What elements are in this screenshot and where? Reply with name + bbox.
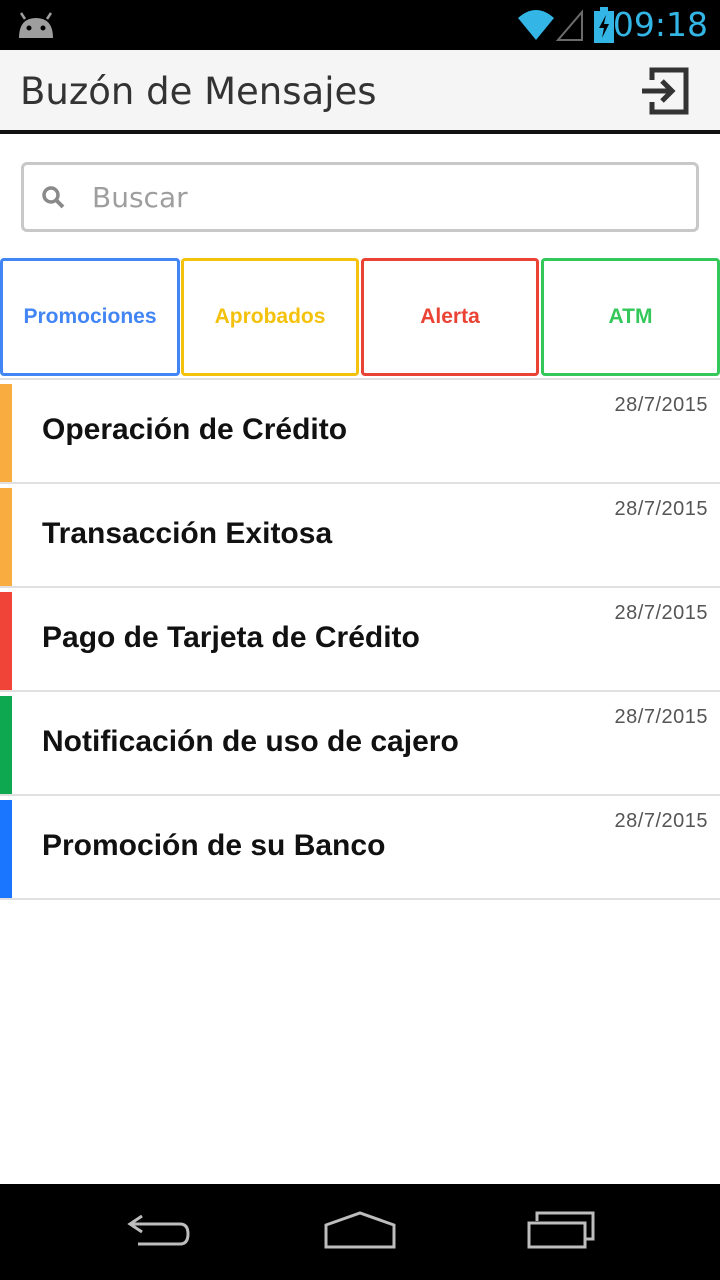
list-item[interactable]: Operación de Crédito 28/7/2015	[0, 378, 720, 482]
message-title: Promoción de su Banco	[42, 829, 386, 862]
message-title: Pago de Tarjeta de Crédito	[42, 621, 420, 654]
message-date: 28/7/2015	[614, 394, 708, 416]
message-title: Notificación de uso de cajero	[42, 725, 459, 758]
message-date: 28/7/2015	[614, 706, 708, 728]
search-input[interactable]	[92, 175, 672, 219]
category-tabs: Promociones Aprobados Alerta ATM	[0, 258, 720, 376]
search-box	[21, 162, 699, 232]
message-title: Transacción Exitosa	[42, 517, 333, 550]
home-button[interactable]	[315, 1204, 405, 1260]
screen: 09:18 Buzón de Mensajes Promocion	[0, 0, 720, 1280]
search-icon	[41, 185, 67, 211]
back-icon	[124, 1210, 194, 1255]
message-list: Operación de Crédito 28/7/2015 Transacci…	[0, 378, 720, 900]
wifi-icon	[516, 8, 556, 42]
category-color-bar	[0, 488, 12, 586]
list-item[interactable]: Transacción Exitosa 28/7/2015	[0, 482, 720, 586]
category-color-bar	[0, 800, 12, 898]
tab-label: ATM	[608, 305, 653, 328]
list-item[interactable]: Pago de Tarjeta de Crédito 28/7/2015	[0, 586, 720, 690]
category-color-bar	[0, 384, 12, 482]
message-date: 28/7/2015	[614, 810, 708, 832]
category-color-bar	[0, 592, 12, 690]
signal-icon	[555, 8, 584, 42]
app-bar: Buzón de Mensajes	[0, 50, 720, 134]
tab-alerta[interactable]: Alerta	[361, 258, 539, 376]
recents-button[interactable]	[516, 1204, 606, 1260]
message-date: 28/7/2015	[614, 498, 708, 520]
category-color-bar	[0, 696, 12, 794]
back-button[interactable]	[114, 1204, 204, 1260]
message-date: 28/7/2015	[614, 602, 708, 624]
message-title: Operación de Crédito	[42, 413, 348, 446]
status-bar: 09:18	[0, 0, 720, 50]
list-item[interactable]: Promoción de su Banco 28/7/2015	[0, 794, 720, 900]
list-item[interactable]: Notificación de uso de cajero 28/7/2015	[0, 690, 720, 794]
android-icon	[16, 10, 56, 40]
tab-label: Promociones	[23, 305, 157, 328]
tab-label: Alerta	[420, 305, 480, 328]
tab-atm[interactable]: ATM	[541, 258, 720, 376]
home-icon	[322, 1209, 398, 1256]
page-title: Buzón de Mensajes	[20, 70, 377, 113]
exit-button[interactable]	[628, 60, 700, 126]
exit-icon	[638, 66, 690, 121]
status-clock: 09:18	[612, 5, 708, 44]
tab-aprobados[interactable]: Aprobados	[181, 258, 359, 376]
tab-promociones[interactable]: Promociones	[0, 258, 180, 376]
navigation-bar	[0, 1184, 720, 1280]
recents-icon	[525, 1209, 597, 1256]
tab-label: Aprobados	[214, 305, 326, 328]
